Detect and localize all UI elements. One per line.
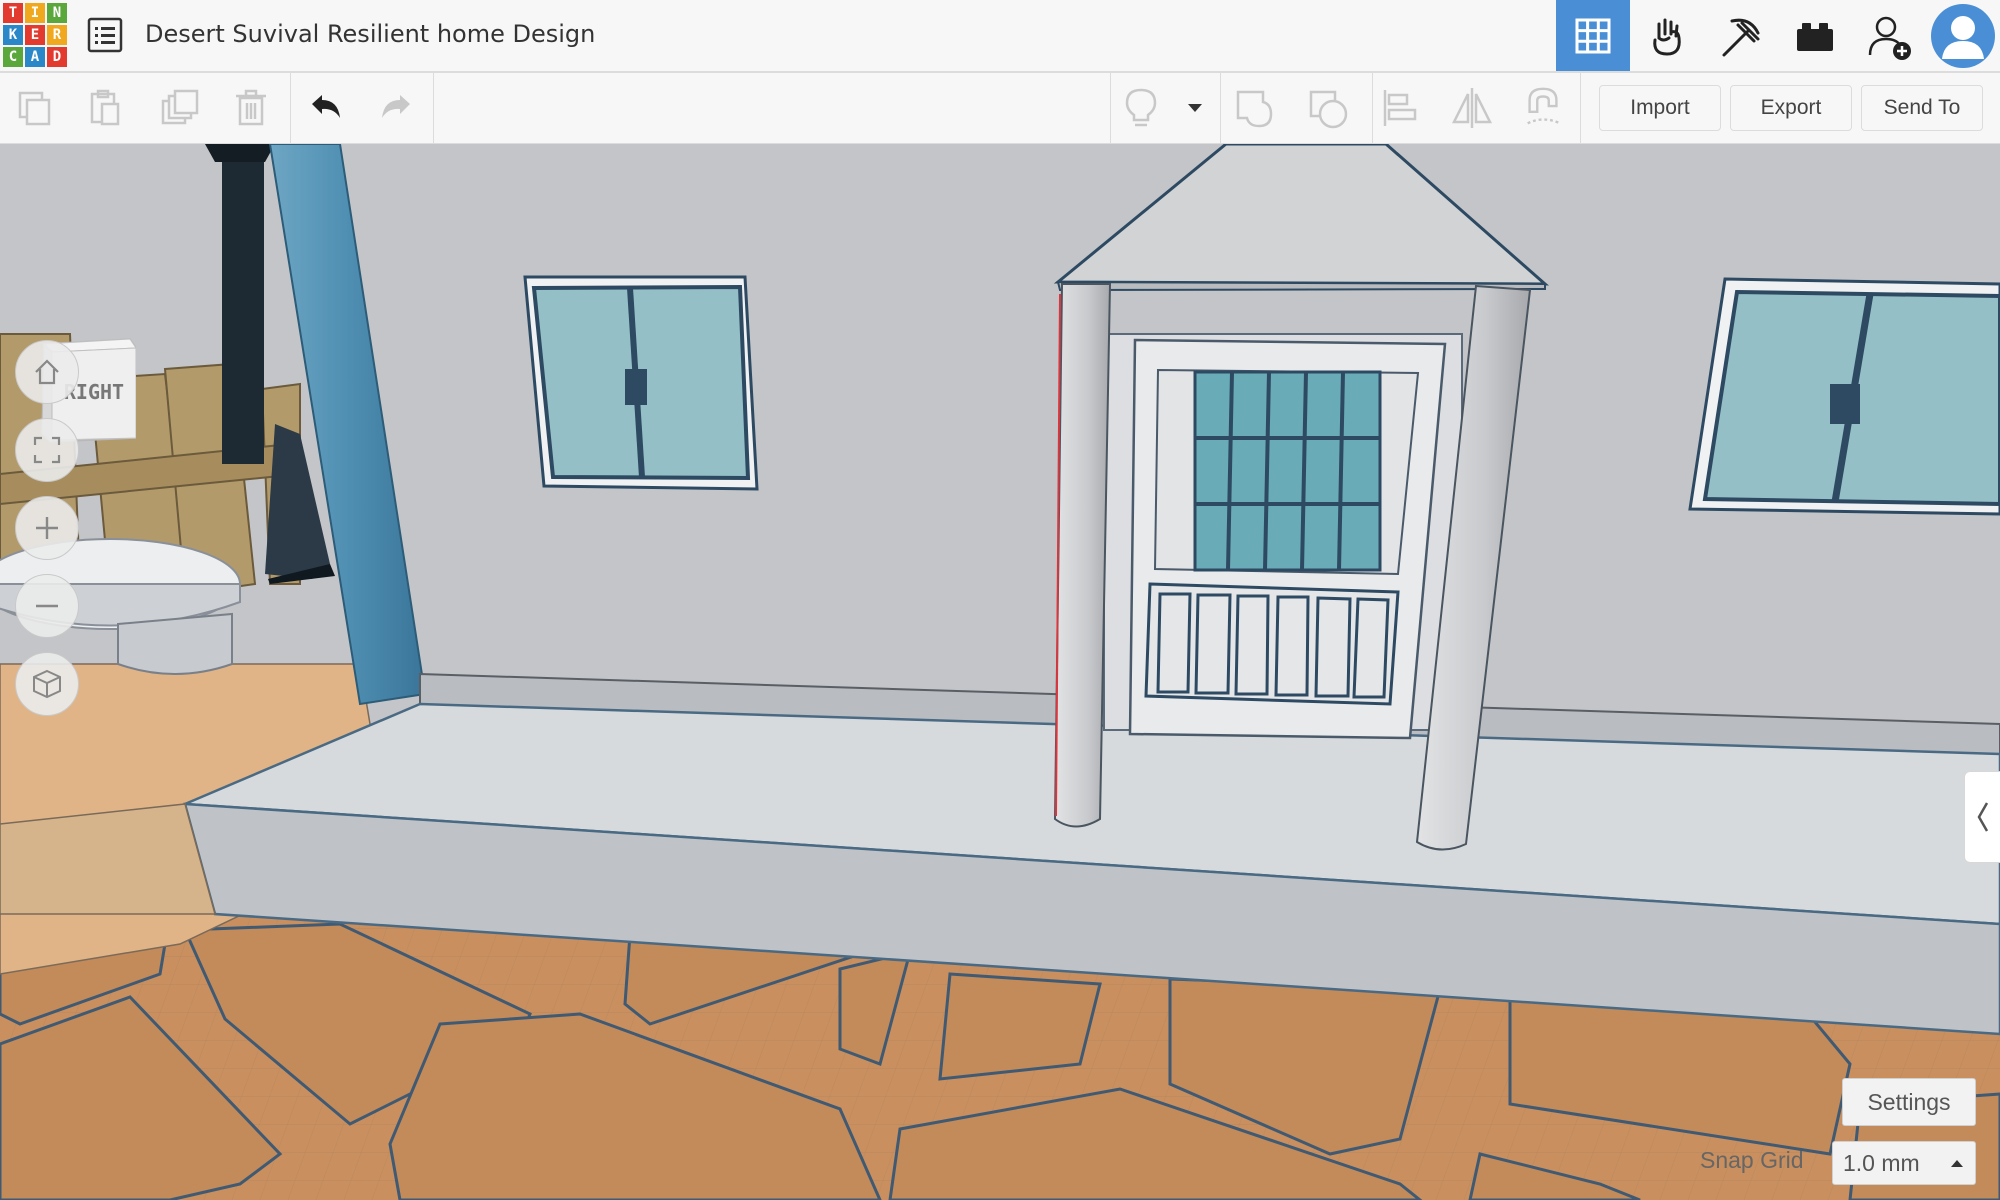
add-user-icon[interactable] (1852, 0, 1926, 71)
grid-view-icon[interactable] (1556, 0, 1630, 71)
snap-grid-value: 1.0 mm (1843, 1150, 1920, 1176)
zoom-out-icon[interactable] (15, 574, 79, 638)
logo-letter: A (25, 47, 45, 67)
send-to-button[interactable]: Send To (1861, 85, 1983, 131)
tinker-hand-icon[interactable] (1630, 0, 1704, 71)
copy-icon[interactable] (12, 85, 58, 131)
logo-letter: D (47, 47, 67, 67)
3d-scene[interactable] (0, 144, 2000, 1200)
align-icon[interactable] (1378, 85, 1424, 131)
export-button[interactable]: Export (1730, 85, 1852, 131)
collapse-panel-icon[interactable] (1964, 771, 2000, 863)
import-button[interactable]: Import (1599, 85, 1721, 131)
ungroup-icon[interactable] (1305, 85, 1351, 131)
paste-icon[interactable] (83, 85, 129, 131)
profile-avatar-icon[interactable] (1926, 0, 2000, 71)
snap-grid-select[interactable]: 1.0 mm (1832, 1141, 1976, 1185)
fit-view-icon[interactable] (15, 418, 79, 482)
logo-letter: T (3, 3, 23, 23)
delete-icon[interactable] (228, 85, 274, 131)
toolbar-separator (1372, 73, 1373, 143)
caret-up-icon (1951, 1160, 1963, 1167)
lightbulb-icon[interactable] (1118, 85, 1164, 131)
lightbulb-dropdown-icon[interactable] (1170, 85, 1220, 131)
design-title[interactable]: Desert Suvival Resilient home Design (145, 20, 595, 48)
toolbar-separator (433, 73, 434, 143)
logo-letter: R (47, 25, 67, 45)
snap-grid-label: Snap Grid (1700, 1147, 1804, 1173)
toolbar-separator (1220, 73, 1221, 143)
top-bar: T I N K E R C A D Desert Suvival Resilie… (0, 0, 2000, 73)
cruise-magnet-icon[interactable] (1520, 85, 1566, 131)
settings-button[interactable]: Settings (1842, 1078, 1976, 1126)
duplicate-icon[interactable] (157, 85, 203, 131)
tinkercad-logo[interactable]: T I N K E R C A D (3, 3, 67, 67)
undo-icon[interactable] (303, 85, 349, 131)
top-right-icons (1556, 0, 2000, 71)
logo-letter: N (47, 3, 67, 23)
logo-letter: K (3, 25, 23, 45)
edit-toolbar: Import Export Send To (0, 73, 2000, 144)
design-list-icon[interactable] (86, 16, 124, 54)
home-view-icon[interactable] (15, 340, 79, 404)
bricks-icon[interactable] (1778, 0, 1852, 71)
logo-letter: E (25, 25, 45, 45)
redo-icon[interactable] (373, 85, 419, 131)
ortho-view-icon[interactable] (15, 652, 79, 716)
toolbar-separator (1110, 73, 1111, 143)
zoom-in-icon[interactable] (15, 496, 79, 560)
toolbar-separator (1580, 73, 1581, 143)
mirror-icon[interactable] (1449, 85, 1495, 131)
group-icon[interactable] (1232, 85, 1278, 131)
toolbar-separator (290, 73, 291, 143)
workplane-viewport[interactable]: RIGHT (0, 144, 2000, 1200)
pickaxe-icon[interactable] (1704, 0, 1778, 71)
logo-letter: C (3, 47, 23, 67)
logo-letter: I (25, 3, 45, 23)
